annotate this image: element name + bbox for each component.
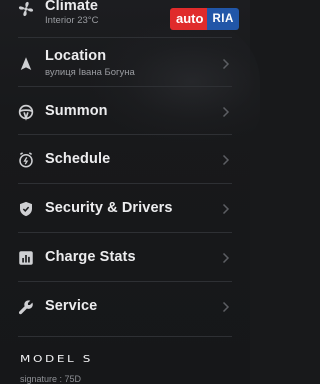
menu-item-label: Schedule <box>45 151 111 167</box>
location-address: вулиця Івана Богуна <box>45 67 135 78</box>
menu-item-schedule[interactable]: Schedule <box>0 136 250 184</box>
model-logo: MODEL S <box>20 353 93 365</box>
divider <box>18 134 232 135</box>
menu-item-charge-stats[interactable]: Charge Stats <box>0 234 250 282</box>
menu-item-label: Service <box>45 298 98 314</box>
steering-wheel-icon <box>17 103 35 121</box>
menu-item-label: Security & Drivers <box>45 200 173 216</box>
wrench-icon <box>17 298 35 316</box>
chevron-right-icon <box>222 252 230 264</box>
chevron-right-icon <box>222 58 230 70</box>
divider <box>18 232 232 233</box>
divider <box>18 281 232 282</box>
shield-icon <box>17 200 35 218</box>
chevron-right-icon <box>222 301 230 313</box>
divider <box>18 86 232 87</box>
watermark-text: RIA <box>207 8 239 30</box>
watermark-logo: auto RIA <box>170 8 239 30</box>
menu-item-security-drivers[interactable]: Security & Drivers <box>0 185 250 233</box>
navigation-arrow-icon <box>17 55 35 73</box>
menu-item-label: Climate <box>45 0 99 14</box>
menu-item-label: Location <box>45 48 107 64</box>
menu-item-service[interactable]: Service <box>0 283 250 331</box>
watermark-text: auto <box>170 8 208 30</box>
bar-chart-icon <box>17 249 35 267</box>
chevron-right-icon <box>222 154 230 166</box>
divider <box>18 183 232 184</box>
chevron-right-icon <box>222 106 230 118</box>
climate-status: Interior 23°C <box>45 15 99 26</box>
chevron-right-icon <box>222 203 230 215</box>
menu-item-summon[interactable]: Summon <box>0 88 250 136</box>
menu-item-label: Summon <box>45 103 108 119</box>
divider <box>18 37 232 38</box>
vehicle-signature: signature : 75D <box>20 374 82 384</box>
app-screen: Climate Interior 23°C Location вулиця Ів… <box>0 0 260 384</box>
fan-icon <box>17 0 35 18</box>
menu-item-location[interactable]: Location вулиця Івана Богуна <box>0 40 250 88</box>
menu-item-label: Charge Stats <box>45 249 136 265</box>
clock-bolt-icon <box>17 151 35 169</box>
divider <box>18 336 232 337</box>
